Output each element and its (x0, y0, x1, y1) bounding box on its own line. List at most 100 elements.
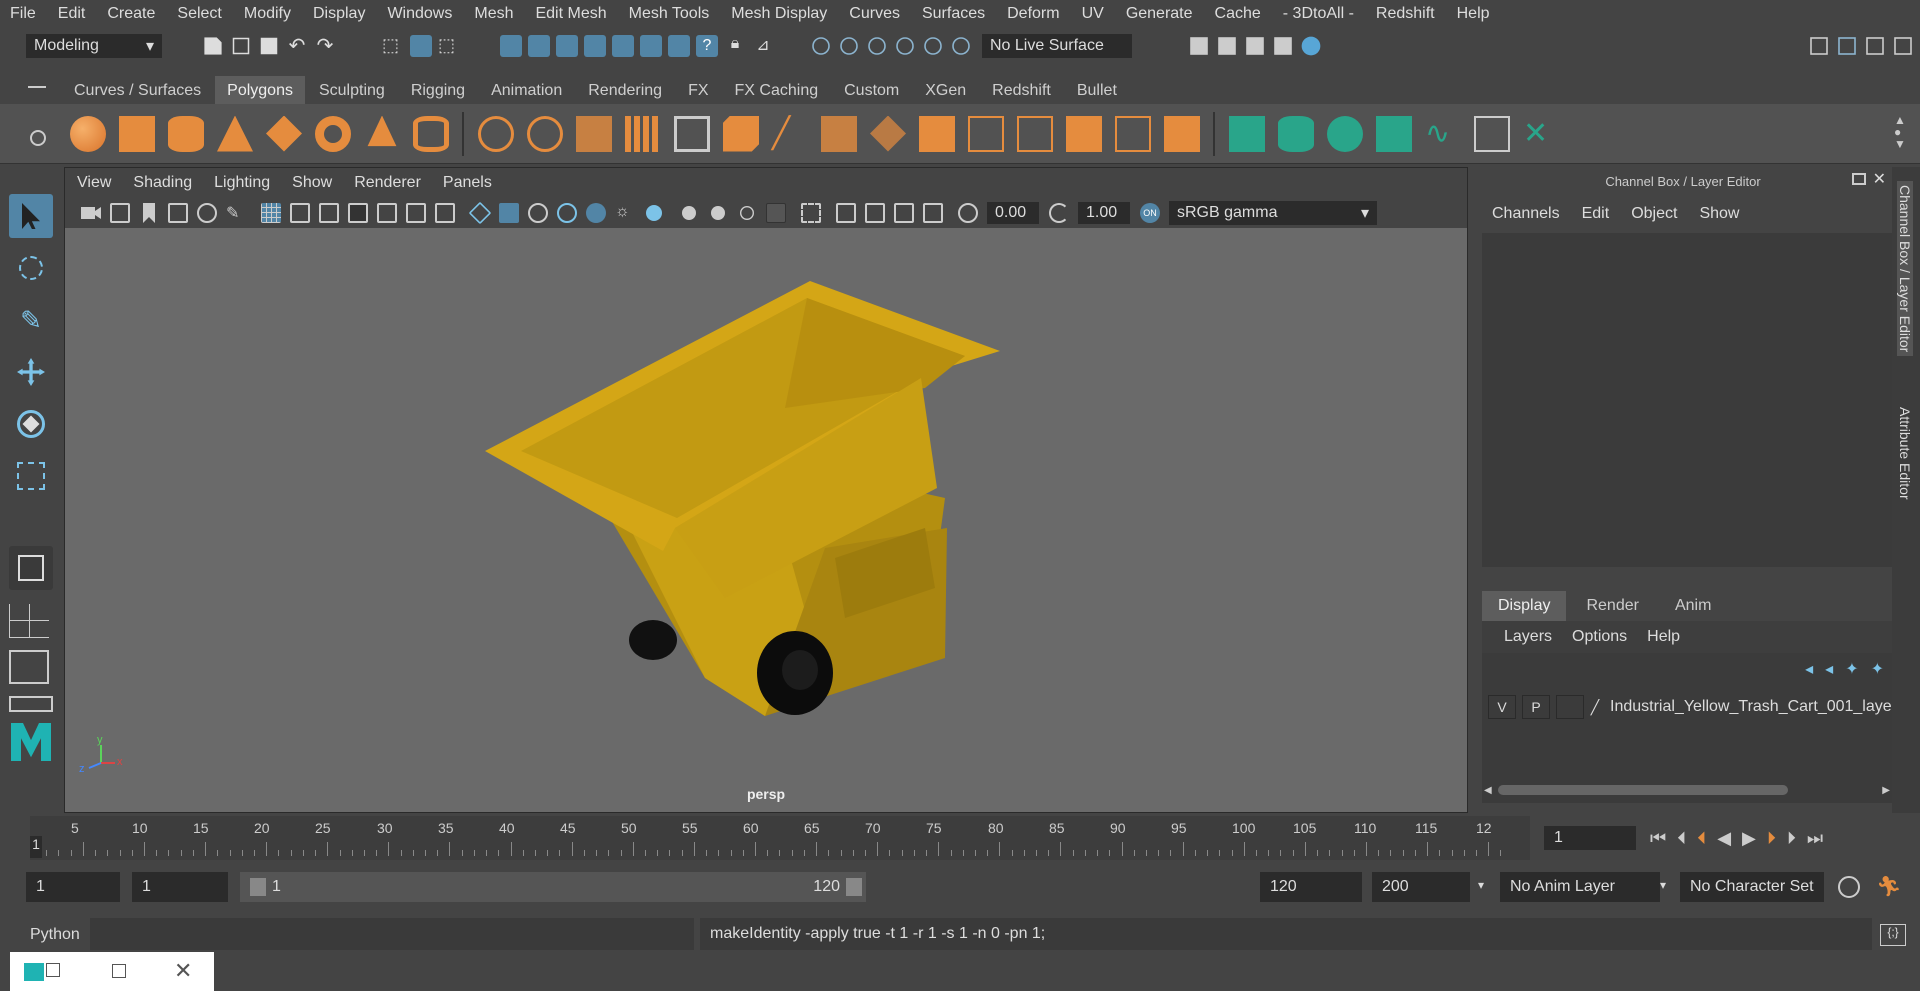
soft-select-icon[interactable] (868, 37, 886, 55)
smooth-icon[interactable] (625, 115, 661, 152)
shelf-scroll-icon[interactable]: ▲ ● ▼ (1894, 114, 1910, 154)
snap-view-icon[interactable] (584, 35, 606, 57)
menu-item[interactable]: Mesh Display (731, 5, 827, 23)
safe-title-icon[interactable] (435, 203, 455, 223)
poly-torus-icon[interactable] (315, 115, 351, 152)
smooth-shade-icon[interactable] (499, 203, 519, 223)
workspace-dropdown[interactable]: Modeling ▾ (26, 34, 162, 58)
color-space-dropdown[interactable]: sRGB gamma ▾ (1169, 201, 1377, 225)
save-scene-icon[interactable] (260, 37, 278, 55)
gate-mask-icon[interactable] (348, 203, 368, 223)
menu-item[interactable]: UV (1082, 5, 1104, 23)
camera-icon[interactable] (81, 207, 101, 219)
shelf-tab[interactable]: Animation (479, 76, 574, 104)
step-forward-key-icon[interactable]: ⏵ (1787, 828, 1796, 849)
step-back-frame-icon[interactable]: ⏴ (1697, 828, 1706, 849)
target-weld-icon[interactable] (1115, 115, 1151, 152)
move-layer-up-icon[interactable]: ◂ (1805, 659, 1813, 679)
anim-layer-dropdown[interactable]: No Anim Layer (1500, 872, 1660, 902)
yellow-trash-cart[interactable] (485, 281, 1000, 716)
hypershade-icon[interactable] (1301, 36, 1321, 56)
channel-box-menu-item[interactable]: Edit (1582, 205, 1610, 223)
menu-item[interactable]: Windows (387, 5, 452, 23)
gamma-field[interactable]: 1.00 (1078, 202, 1130, 224)
xray-icon[interactable] (646, 205, 662, 221)
chevron-down-icon[interactable]: ▾ (1478, 878, 1484, 892)
menu-item[interactable]: Redshift (1376, 5, 1435, 23)
uv-checker-icon[interactable] (1474, 115, 1510, 152)
rotate-tool-icon[interactable] (9, 402, 53, 446)
motion-blur-icon[interactable] (711, 206, 725, 220)
textured-icon[interactable] (557, 203, 577, 223)
separate-icon[interactable] (527, 115, 563, 152)
uv-spherical-icon[interactable] (1327, 115, 1363, 152)
layer-color-swatch[interactable]: ╱ (1586, 695, 1604, 719)
animation-end-field[interactable]: 200 (1372, 872, 1470, 902)
color-management-icon[interactable]: ON (1140, 203, 1160, 223)
menu-item[interactable]: Display (313, 5, 365, 23)
scroll-thumb[interactable] (1497, 785, 1788, 795)
layer-row[interactable]: V P ╱ Industrial_Yellow_Trash_Cart_001_l… (1482, 693, 1892, 721)
go-to-end-icon[interactable]: ⏭ (1807, 828, 1823, 849)
float-panel-icon[interactable] (1852, 173, 1866, 185)
character-set-dropdown[interactable]: No Character Set (1680, 872, 1824, 902)
grid-icon[interactable] (261, 203, 281, 223)
shadows-icon[interactable]: ☼ (615, 203, 635, 223)
poly-pipe-icon[interactable] (413, 115, 449, 152)
command-input[interactable] (90, 918, 694, 950)
menu-item[interactable]: Mesh (474, 5, 513, 23)
menu-item[interactable]: Cache (1215, 5, 1261, 23)
select-component-icon[interactable]: ⬚ (438, 35, 460, 57)
poly-sphere-icon[interactable] (70, 115, 106, 152)
range-end-handle[interactable] (846, 878, 862, 896)
shelf-tab[interactable]: Custom (832, 76, 911, 104)
fit-icon[interactable] (894, 203, 914, 223)
merge-icon[interactable] (1164, 115, 1200, 152)
snap-surface-icon[interactable] (612, 35, 634, 57)
reflect-icon[interactable] (896, 37, 914, 55)
mirror-icon[interactable] (576, 115, 612, 152)
select-hierarchy-icon[interactable]: ⬚ (382, 35, 404, 57)
extrude-icon[interactable] (674, 115, 710, 152)
menu-item[interactable]: Select (177, 5, 221, 23)
snap-vertex-icon[interactable] (640, 35, 662, 57)
layer-display-type[interactable] (1556, 695, 1584, 719)
lasso-icon[interactable] (840, 37, 858, 55)
viewport-menu-item[interactable]: Renderer (354, 174, 421, 192)
wireframe-icon[interactable] (468, 201, 492, 225)
depth-of-field-icon[interactable] (766, 203, 786, 223)
menu-item[interactable]: Help (1457, 5, 1490, 23)
safe-action-icon[interactable] (406, 203, 426, 223)
step-forward-frame-icon[interactable]: ⏵ (1767, 828, 1776, 849)
layer-editor-tab[interactable]: Anim (1659, 591, 1727, 621)
frame-selected-icon[interactable] (865, 203, 885, 223)
insert-edge-loop-icon[interactable] (870, 115, 906, 152)
bevel-icon[interactable] (723, 115, 759, 152)
channel-box-menu-item[interactable]: Channels (1492, 205, 1560, 223)
go-to-start-icon[interactable]: ⏮ (1650, 828, 1666, 849)
menu-item[interactable]: Mesh Tools (629, 5, 710, 23)
uv-layout-icon[interactable] (968, 115, 1004, 152)
side-tab-channel-box[interactable]: Channel Box / Layer Editor (1897, 181, 1913, 357)
uv-editor-icon[interactable] (1017, 115, 1053, 152)
shelf-tab[interactable]: Rigging (399, 76, 477, 104)
layer-scrollbar[interactable]: ◀ ▶ (1484, 783, 1890, 797)
layer-editor-menu-item[interactable]: Layers (1504, 628, 1552, 646)
workspace-layout-icon[interactable] (1810, 37, 1828, 55)
current-frame-marker[interactable]: 1 (30, 836, 42, 858)
render-globals-icon[interactable] (1274, 37, 1292, 55)
append-polygon-icon[interactable] (919, 115, 955, 152)
lock-icon[interactable]: 🔒︎ (724, 35, 746, 57)
snap-curve-icon[interactable] (528, 35, 550, 57)
playback-end-field[interactable]: 120 (1260, 872, 1362, 902)
auto-key-icon[interactable] (1838, 876, 1860, 898)
layer-playback-toggle[interactable]: P (1522, 695, 1550, 719)
chevron-down-icon[interactable]: ▾ (1660, 878, 1666, 892)
shelf-tab[interactable]: XGen (913, 76, 978, 104)
layer-visibility-toggle[interactable]: V (1488, 695, 1516, 719)
animation-start-field[interactable]: 1 (26, 872, 120, 902)
animation-preferences-icon[interactable]: 🏃︎ (1876, 874, 1901, 899)
uv-cylindrical-icon[interactable] (1278, 115, 1314, 152)
render-frame-icon[interactable] (1190, 37, 1208, 55)
shelf-tab[interactable]: FX (676, 76, 720, 104)
